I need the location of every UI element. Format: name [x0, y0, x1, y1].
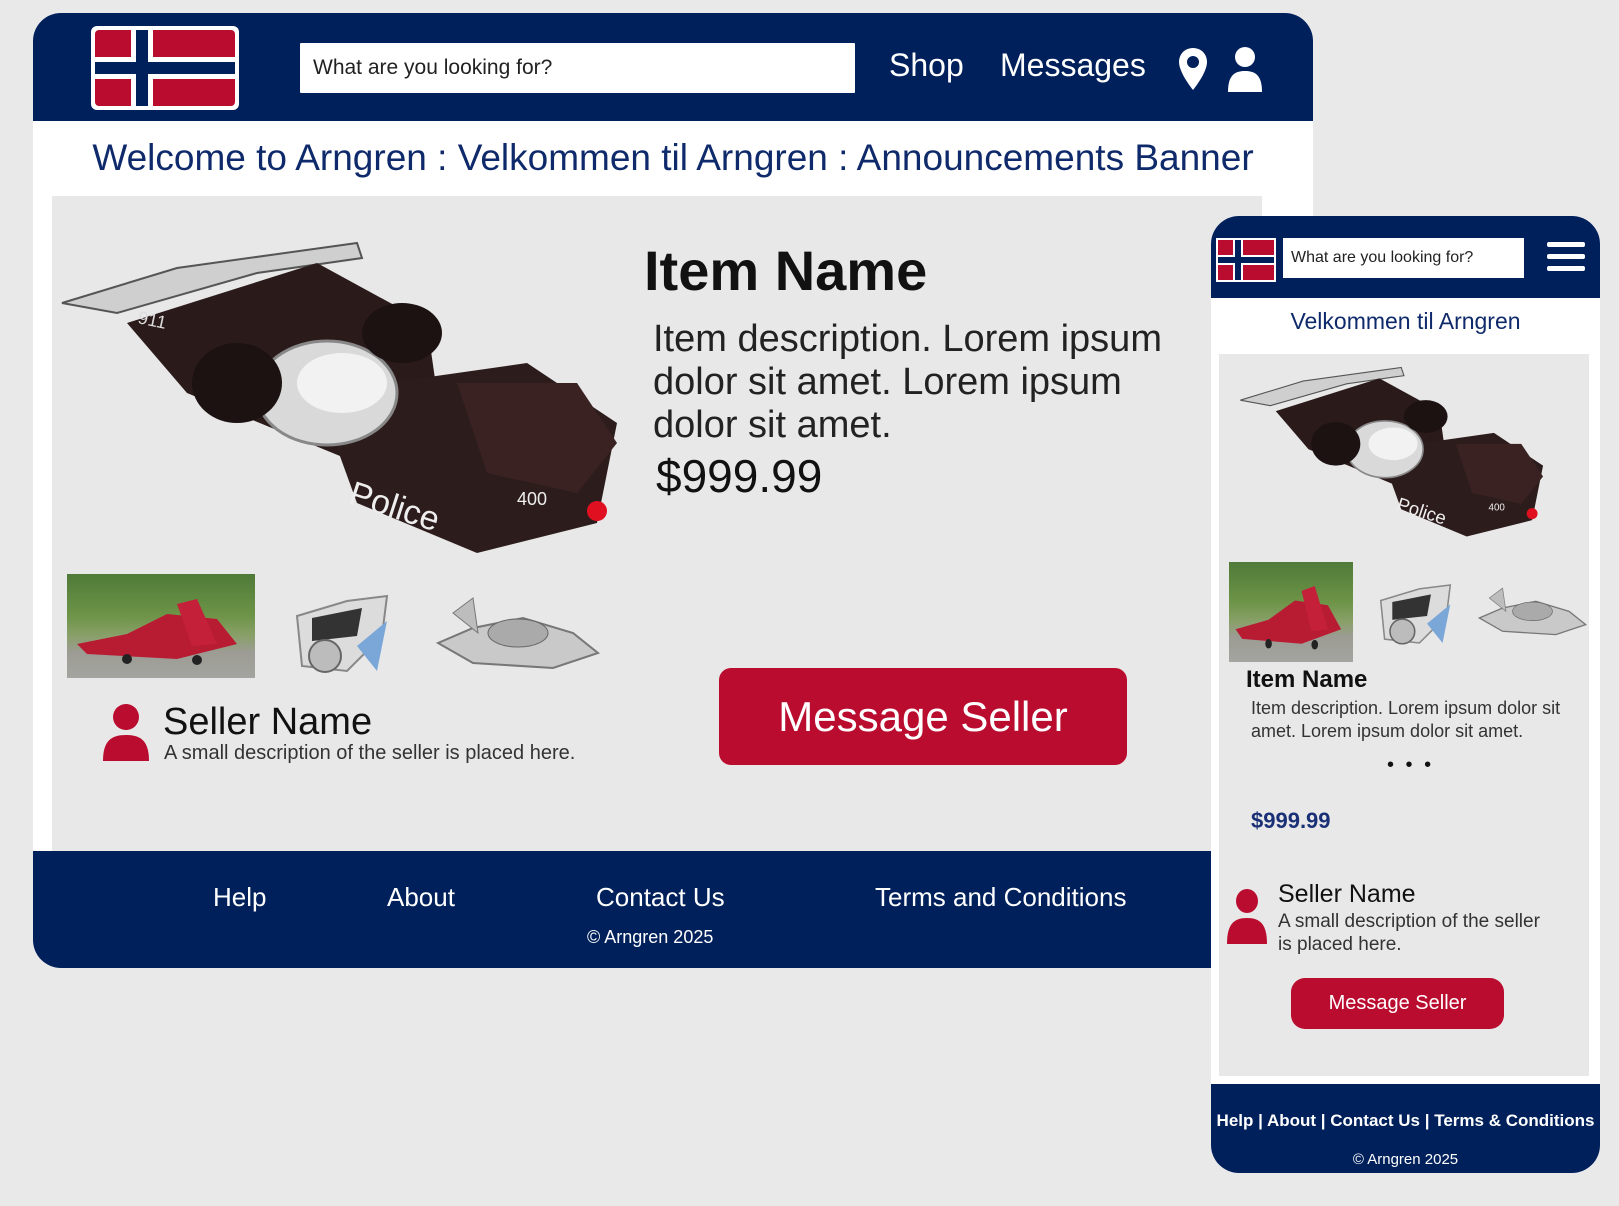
user-account-icon[interactable] [1226, 46, 1264, 92]
message-seller-button[interactable]: Message Seller [719, 668, 1127, 765]
svg-text:400: 400 [1489, 502, 1506, 513]
nav-shop-link[interactable]: Shop [889, 47, 964, 84]
footer-contact-link[interactable]: Contact Us [596, 882, 725, 913]
mobile-announcement-banner: Velkommen til Arngren [1290, 308, 1521, 334]
mobile-product-thumbnail-2[interactable] [1373, 568, 1458, 650]
mobile-seller-avatar-icon[interactable] [1226, 888, 1268, 944]
mobile-seller-description: A small description of the seller is pla… [1278, 911, 1540, 955]
mobile-item-price: $999.99 [1251, 808, 1331, 833]
mobile-seller-name[interactable]: Seller Name [1278, 880, 1416, 909]
footer-separator: | [1253, 1111, 1267, 1130]
mobile-item-description: Item description. Lorem ipsum dolor sit … [1251, 698, 1561, 741]
item-name: Item Name [644, 239, 928, 302]
mobile-page: Velkommen til Arngren Police 400 Item Na… [1211, 216, 1600, 1173]
footer-separator: | [1420, 1111, 1435, 1130]
mobile-logo-norway-flag[interactable] [1216, 238, 1276, 282]
footer-help-link[interactable]: Help [213, 882, 266, 913]
more-dots-icon[interactable]: • • • [1387, 754, 1434, 777]
seller-avatar-icon[interactable] [101, 703, 151, 761]
norway-flag-icon [95, 30, 235, 106]
product-main-image[interactable]: Police 400 911 [57, 233, 647, 563]
mobile-search-input[interactable] [1283, 238, 1524, 278]
desktop-page: Shop Messages Welcome to Arngren : Velko… [33, 13, 1313, 968]
hamburger-menu-icon[interactable] [1547, 242, 1585, 274]
footer-separator: | [1316, 1111, 1331, 1130]
mobile-product-thumbnail-1[interactable] [1229, 562, 1353, 662]
svg-text:400: 400 [517, 489, 547, 509]
product-thumbnail-3[interactable] [433, 593, 603, 678]
mobile-message-seller-button[interactable]: Message Seller [1291, 978, 1504, 1029]
mobile-footer-help-link[interactable]: Help [1217, 1111, 1254, 1130]
mobile-footer-links: Help | About | Contact Us | Terms & Cond… [1211, 1111, 1600, 1131]
nav-messages-link[interactable]: Messages [1000, 47, 1146, 84]
mobile-footer-copyright: © Arngren 2025 [1352, 1151, 1459, 1168]
location-pin-icon[interactable] [1178, 47, 1208, 91]
mobile-item-name: Item Name [1246, 666, 1368, 693]
announcement-banner: Welcome to Arngren : Velkommen til Arngr… [92, 137, 1254, 178]
mobile-footer-terms-link[interactable]: Terms & Conditions [1434, 1111, 1594, 1130]
footer-copyright: © Arngren 2025 [587, 927, 714, 947]
seller-description: A small description of the seller is pla… [164, 742, 576, 764]
item-description: Item description. Lorem ipsum dolor sit … [653, 318, 1162, 446]
footer-about-link[interactable]: About [387, 882, 455, 913]
product-thumbnail-2[interactable] [287, 576, 397, 678]
norway-flag-icon [1218, 240, 1274, 280]
mobile-footer-about-link[interactable]: About [1267, 1111, 1316, 1130]
mobile-footer-contact-link[interactable]: Contact Us [1330, 1111, 1420, 1130]
product-thumbnail-1[interactable] [67, 574, 255, 678]
item-price: $999.99 [656, 450, 823, 502]
footer-terms-link[interactable]: Terms and Conditions [875, 882, 1126, 913]
mobile-product-main-image[interactable]: Police 400 [1236, 362, 1561, 542]
search-input[interactable] [300, 43, 855, 93]
mobile-product-thumbnail-3[interactable] [1476, 579, 1589, 647]
logo-norway-flag[interactable] [91, 26, 239, 110]
seller-name[interactable]: Seller Name [163, 701, 372, 744]
